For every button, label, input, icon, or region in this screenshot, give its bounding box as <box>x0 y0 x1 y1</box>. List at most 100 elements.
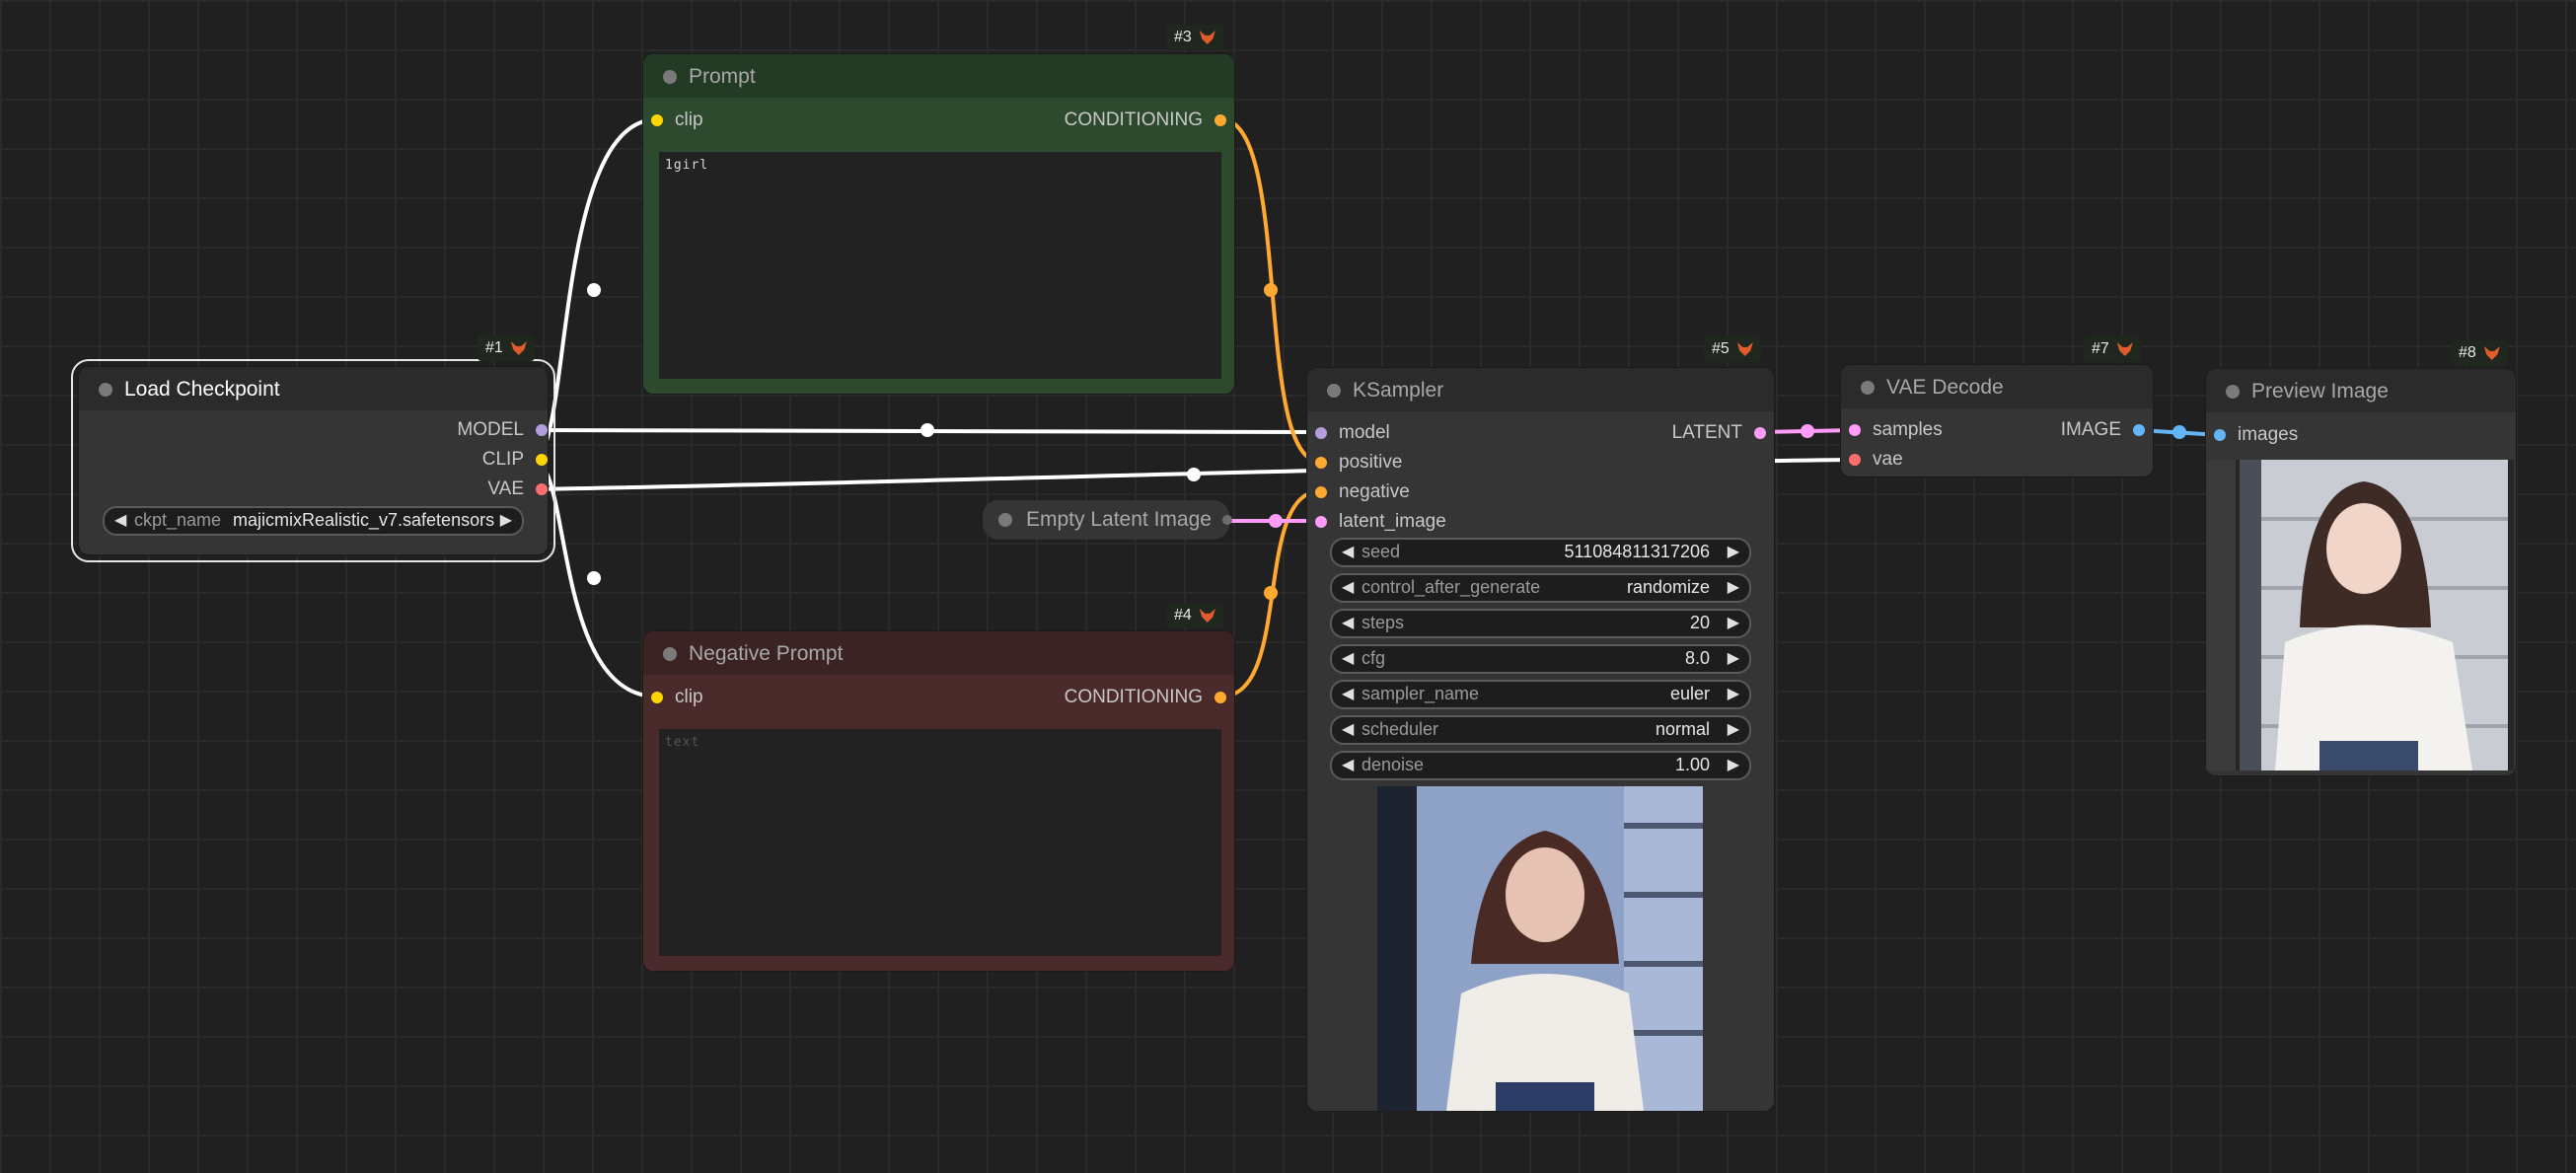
conditioning-slot-icon[interactable] <box>1214 114 1226 126</box>
increment-arrow-icon[interactable]: ▶ <box>1728 542 1739 561</box>
decrement-arrow-icon[interactable]: ◀ <box>1342 542 1354 561</box>
control-after-generate-widget[interactable]: ◀ control_after_generate randomize ▶ <box>1330 573 1751 603</box>
scheduler-widget[interactable]: ◀ scheduler normal ▶ <box>1330 715 1751 745</box>
model-slot-icon[interactable] <box>536 424 548 436</box>
input-clip[interactable]: clip <box>651 687 703 708</box>
vae-decode-node[interactable]: VAE Decode samples vae IMAGE <box>1841 365 2153 477</box>
link-midpoint <box>587 283 601 297</box>
collapse-toggle-icon[interactable] <box>998 513 1012 527</box>
latent-output-slot-icon[interactable] <box>1222 515 1232 525</box>
load-checkpoint-node[interactable]: Load Checkpoint MODEL CLIP VAE ◀ ckpt_na… <box>71 359 555 562</box>
seed-widget[interactable]: ◀ seed 511084811317206 ▶ <box>1330 538 1751 567</box>
node-title-bar[interactable]: Load Checkpoint <box>79 367 548 410</box>
node-id-label: #3 <box>1174 29 1192 45</box>
clip-slot-icon[interactable] <box>651 692 663 703</box>
increment-arrow-icon[interactable]: ▶ <box>1728 648 1739 668</box>
ckpt-name-combo[interactable]: ◀ ckpt_name majicmixRealistic_v7.safeten… <box>103 506 524 536</box>
input-positive[interactable]: positive <box>1315 452 1402 474</box>
increment-arrow-icon[interactable]: ▶ <box>500 510 512 530</box>
vae-slot-icon[interactable] <box>536 483 548 495</box>
denoise-widget[interactable]: ◀ denoise 1.00 ▶ <box>1330 751 1751 780</box>
node-id-label: #4 <box>1174 607 1192 623</box>
collapse-toggle-icon[interactable] <box>2226 385 2240 399</box>
input-images[interactable]: images <box>2214 424 2298 446</box>
node-title-bar[interactable]: Preview Image <box>2206 369 2516 412</box>
empty-latent-image-node[interactable]: Empty Latent Image <box>983 500 1232 540</box>
increment-arrow-icon[interactable]: ▶ <box>1728 719 1739 739</box>
negative-text-area[interactable]: text <box>659 729 1221 956</box>
output-model-label: MODEL <box>457 419 524 440</box>
input-model[interactable]: model <box>1315 422 1390 444</box>
output-latent[interactable]: LATENT <box>1672 422 1766 444</box>
ksampler-node[interactable]: KSampler model positive negative latent_… <box>1307 368 1774 1111</box>
input-latent-image[interactable]: latent_image <box>1315 511 1446 533</box>
output-vae-label: VAE <box>487 478 524 499</box>
widget-value: 511084811317206 <box>1564 542 1711 561</box>
decrement-arrow-icon[interactable]: ◀ <box>1342 684 1354 703</box>
input-vae[interactable]: vae <box>1849 449 1903 471</box>
sampler-name-widget[interactable]: ◀ sampler_name euler ▶ <box>1330 680 1751 709</box>
node-title-bar[interactable]: VAE Decode <box>1841 365 2153 408</box>
preview-image-node[interactable]: Preview Image images <box>2206 369 2516 775</box>
increment-arrow-icon[interactable]: ▶ <box>1728 755 1739 774</box>
latent-slot-icon[interactable] <box>1315 516 1327 528</box>
output-clip[interactable]: CLIP <box>482 449 548 471</box>
node-title-bar[interactable]: Negative Prompt <box>643 631 1234 675</box>
conditioning-slot-icon[interactable] <box>1315 457 1327 469</box>
node-id-label: #1 <box>485 339 503 356</box>
decrement-arrow-icon[interactable]: ◀ <box>1342 577 1354 597</box>
widget-value: 8.0 <box>1684 648 1710 668</box>
image-slot-icon[interactable] <box>2214 429 2226 441</box>
input-clip[interactable]: clip <box>651 110 703 131</box>
fox-icon <box>2483 346 2500 360</box>
node-id-badge: #3 <box>1166 25 1223 50</box>
increment-arrow-icon[interactable]: ▶ <box>1728 577 1739 597</box>
vae-slot-icon[interactable] <box>1849 454 1861 466</box>
output-model[interactable]: MODEL <box>457 419 548 441</box>
output-image[interactable]: IMAGE <box>2061 419 2145 441</box>
collapse-toggle-icon[interactable] <box>1861 381 1875 395</box>
link-midpoint <box>1264 283 1278 297</box>
cfg-widget[interactable]: ◀ cfg 8.0 ▶ <box>1330 644 1751 674</box>
prompt-text-area[interactable]: 1girl <box>659 152 1221 379</box>
link-midpoint <box>1187 468 1201 481</box>
steps-widget[interactable]: ◀ steps 20 ▶ <box>1330 609 1751 638</box>
latent-slot-icon[interactable] <box>1754 427 1766 439</box>
conditioning-slot-icon[interactable] <box>1315 486 1327 498</box>
collapse-toggle-icon[interactable] <box>99 383 112 397</box>
output-latent-label: LATENT <box>1671 422 1742 443</box>
preview-output-image[interactable] <box>2206 460 2514 770</box>
node-title: Prompt <box>689 65 756 88</box>
output-conditioning[interactable]: CONDITIONING <box>1065 687 1226 708</box>
input-negative-label: negative <box>1339 481 1410 502</box>
decrement-arrow-icon[interactable]: ◀ <box>114 510 126 530</box>
output-conditioning-label: CONDITIONING <box>1064 687 1203 707</box>
latent-slot-icon[interactable] <box>1849 424 1861 436</box>
decrement-arrow-icon[interactable]: ◀ <box>1342 613 1354 632</box>
input-samples-label: samples <box>1873 419 1943 440</box>
increment-arrow-icon[interactable]: ▶ <box>1728 613 1739 632</box>
output-conditioning[interactable]: CONDITIONING <box>1065 110 1226 131</box>
collapse-toggle-icon[interactable] <box>1327 384 1341 398</box>
decrement-arrow-icon[interactable]: ◀ <box>1342 719 1354 739</box>
fox-icon <box>2116 342 2133 356</box>
input-negative[interactable]: negative <box>1315 481 1410 503</box>
collapse-toggle-icon[interactable] <box>663 647 677 661</box>
model-slot-icon[interactable] <box>1315 427 1327 439</box>
input-samples[interactable]: samples <box>1849 419 1943 441</box>
widget-name: denoise <box>1362 755 1425 774</box>
decrement-arrow-icon[interactable]: ◀ <box>1342 755 1354 774</box>
image-slot-icon[interactable] <box>2133 424 2145 436</box>
negative-prompt-node[interactable]: Negative Prompt clip CONDITIONING text <box>643 631 1234 971</box>
decrement-arrow-icon[interactable]: ◀ <box>1342 648 1354 668</box>
clip-slot-icon[interactable] <box>536 454 548 466</box>
collapse-toggle-icon[interactable] <box>663 70 677 84</box>
clip-slot-icon[interactable] <box>651 114 663 126</box>
node-title-bar[interactable]: KSampler <box>1307 368 1774 411</box>
increment-arrow-icon[interactable]: ▶ <box>1728 684 1739 703</box>
prompt-node[interactable]: Prompt clip CONDITIONING 1girl <box>643 54 1234 394</box>
node-id-badge: #8 <box>2451 340 2508 366</box>
output-vae[interactable]: VAE <box>487 478 548 500</box>
node-title-bar[interactable]: Prompt <box>643 54 1234 98</box>
conditioning-slot-icon[interactable] <box>1214 692 1226 703</box>
